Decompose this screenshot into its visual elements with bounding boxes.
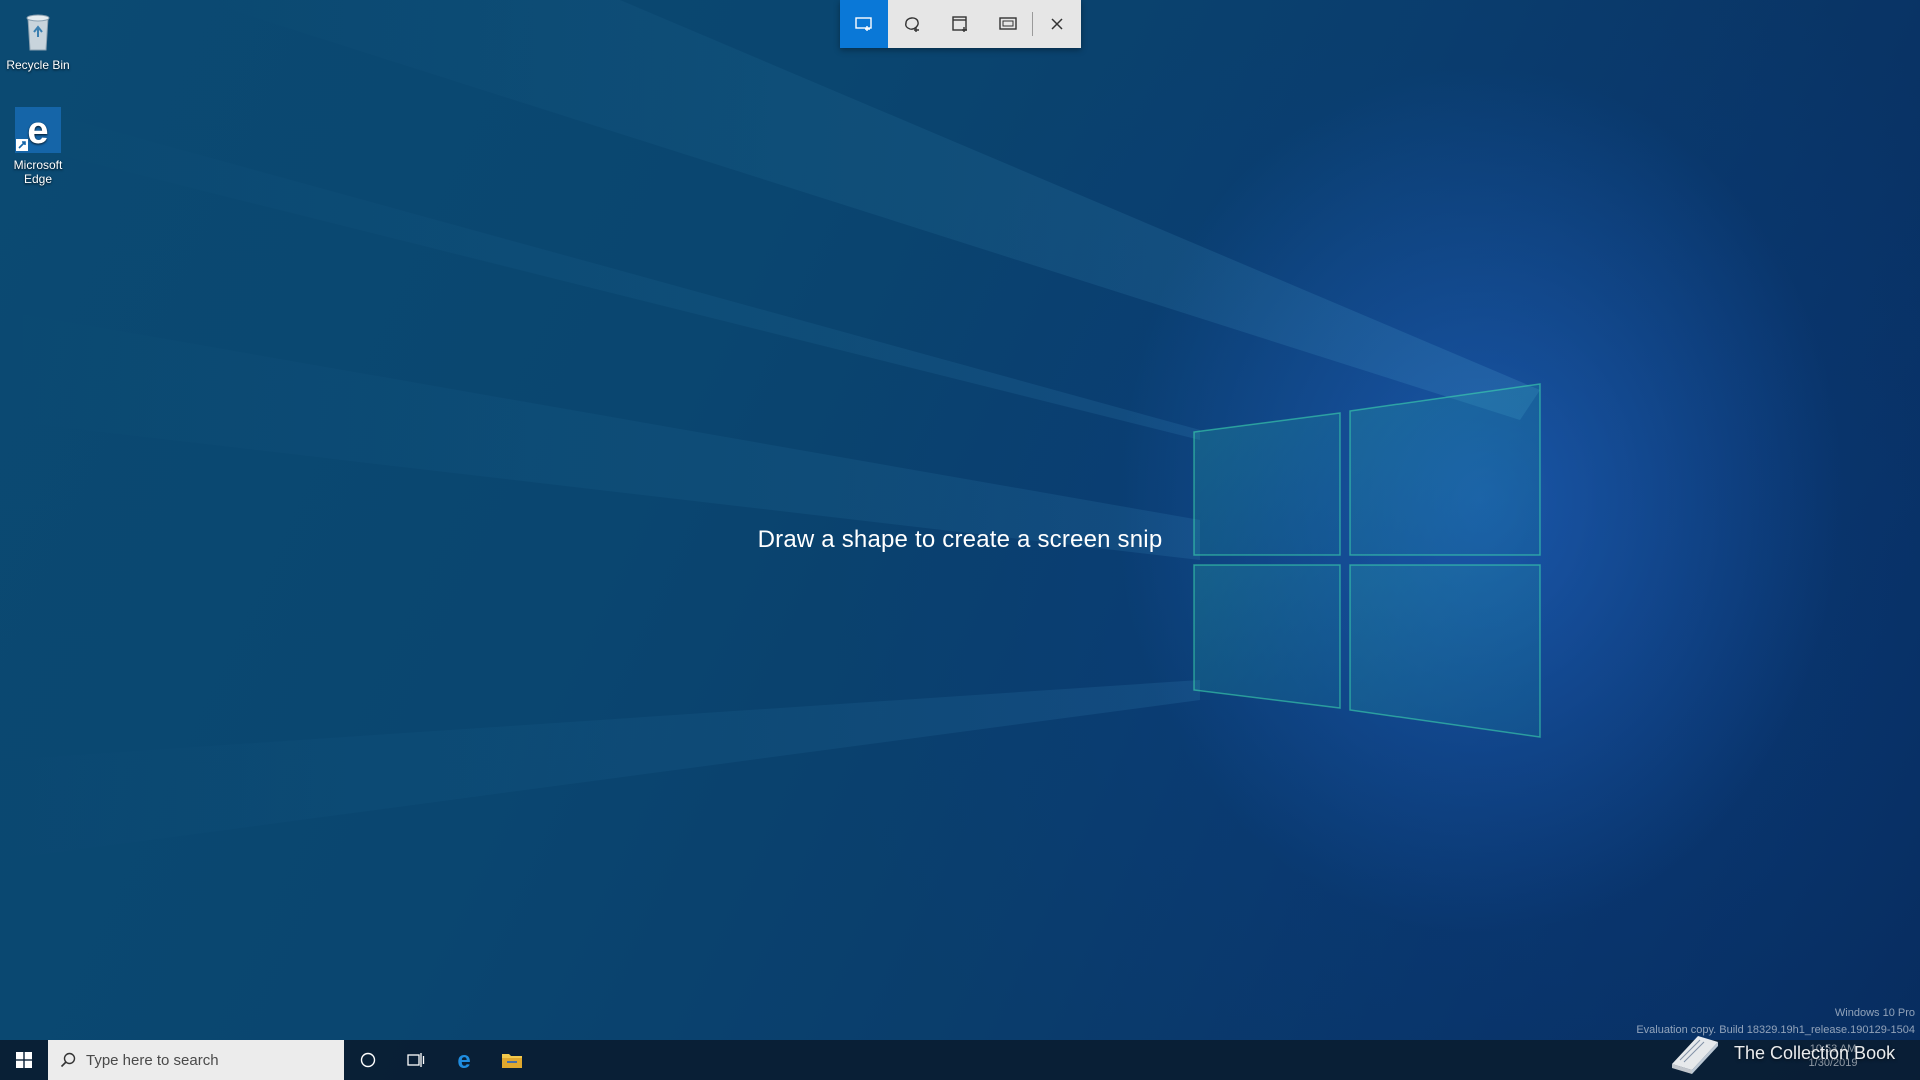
- book-icon: [1672, 1036, 1718, 1074]
- freeform-snip-icon: [905, 17, 919, 32]
- recycle-bin-desktop-icon[interactable]: Recycle Bin: [0, 6, 76, 72]
- task-view-button[interactable]: [392, 1040, 440, 1080]
- windows-start-icon: [16, 1052, 32, 1068]
- taskbar-file-explorer-button[interactable]: [488, 1040, 536, 1080]
- snip-toolbar: [840, 0, 1081, 48]
- svg-text:e: e: [457, 1049, 470, 1071]
- window-snip-icon: [952, 16, 967, 32]
- fullscreen-snip-button[interactable]: [984, 0, 1032, 48]
- close-snip-button[interactable]: [1033, 0, 1081, 48]
- search-icon: [60, 1052, 76, 1068]
- taskbar: Type here to search e: [0, 1040, 1920, 1080]
- snip-instruction-text: Draw a shape to create a screen snip: [757, 526, 1163, 553]
- edge-icon: e: [457, 1049, 470, 1071]
- desktop-background: Recycle Bin e Microsoft Edge Draw a shap…: [0, 0, 1920, 1080]
- cortana-icon: [360, 1052, 376, 1068]
- collection-book-watermark: The Collection Book: [1668, 1030, 1895, 1076]
- rectangular-snip-button[interactable]: [840, 0, 888, 48]
- svg-text:e: e: [27, 110, 48, 152]
- taskbar-search-box[interactable]: Type here to search: [48, 1040, 344, 1080]
- cortana-button[interactable]: [344, 1040, 392, 1080]
- edge-icon: e: [14, 106, 62, 154]
- search-placeholder: Type here to search: [86, 1051, 219, 1069]
- edition-text: Windows 10 Pro: [1834, 1007, 1915, 1019]
- windows-logo-wallpaper: [1193, 383, 1541, 738]
- microsoft-edge-desktop-icon[interactable]: e Microsoft Edge: [0, 106, 76, 186]
- taskbar-edge-button[interactable]: e: [440, 1040, 488, 1080]
- task-view-icon: [407, 1053, 425, 1067]
- start-button[interactable]: [0, 1040, 48, 1080]
- fullscreen-snip-icon: [999, 17, 1017, 30]
- file-explorer-icon: [502, 1054, 522, 1068]
- rectangular-snip-icon: [855, 17, 872, 31]
- window-snip-button[interactable]: [936, 0, 984, 48]
- freeform-snip-button[interactable]: [888, 0, 936, 48]
- recycle-bin-label: Recycle Bin: [6, 58, 70, 72]
- close-icon: [1051, 18, 1063, 30]
- recycle-bin-icon: [14, 6, 62, 54]
- collection-book-label: The Collection Book: [1734, 1042, 1896, 1063]
- microsoft-edge-label: Microsoft Edge: [13, 158, 63, 186]
